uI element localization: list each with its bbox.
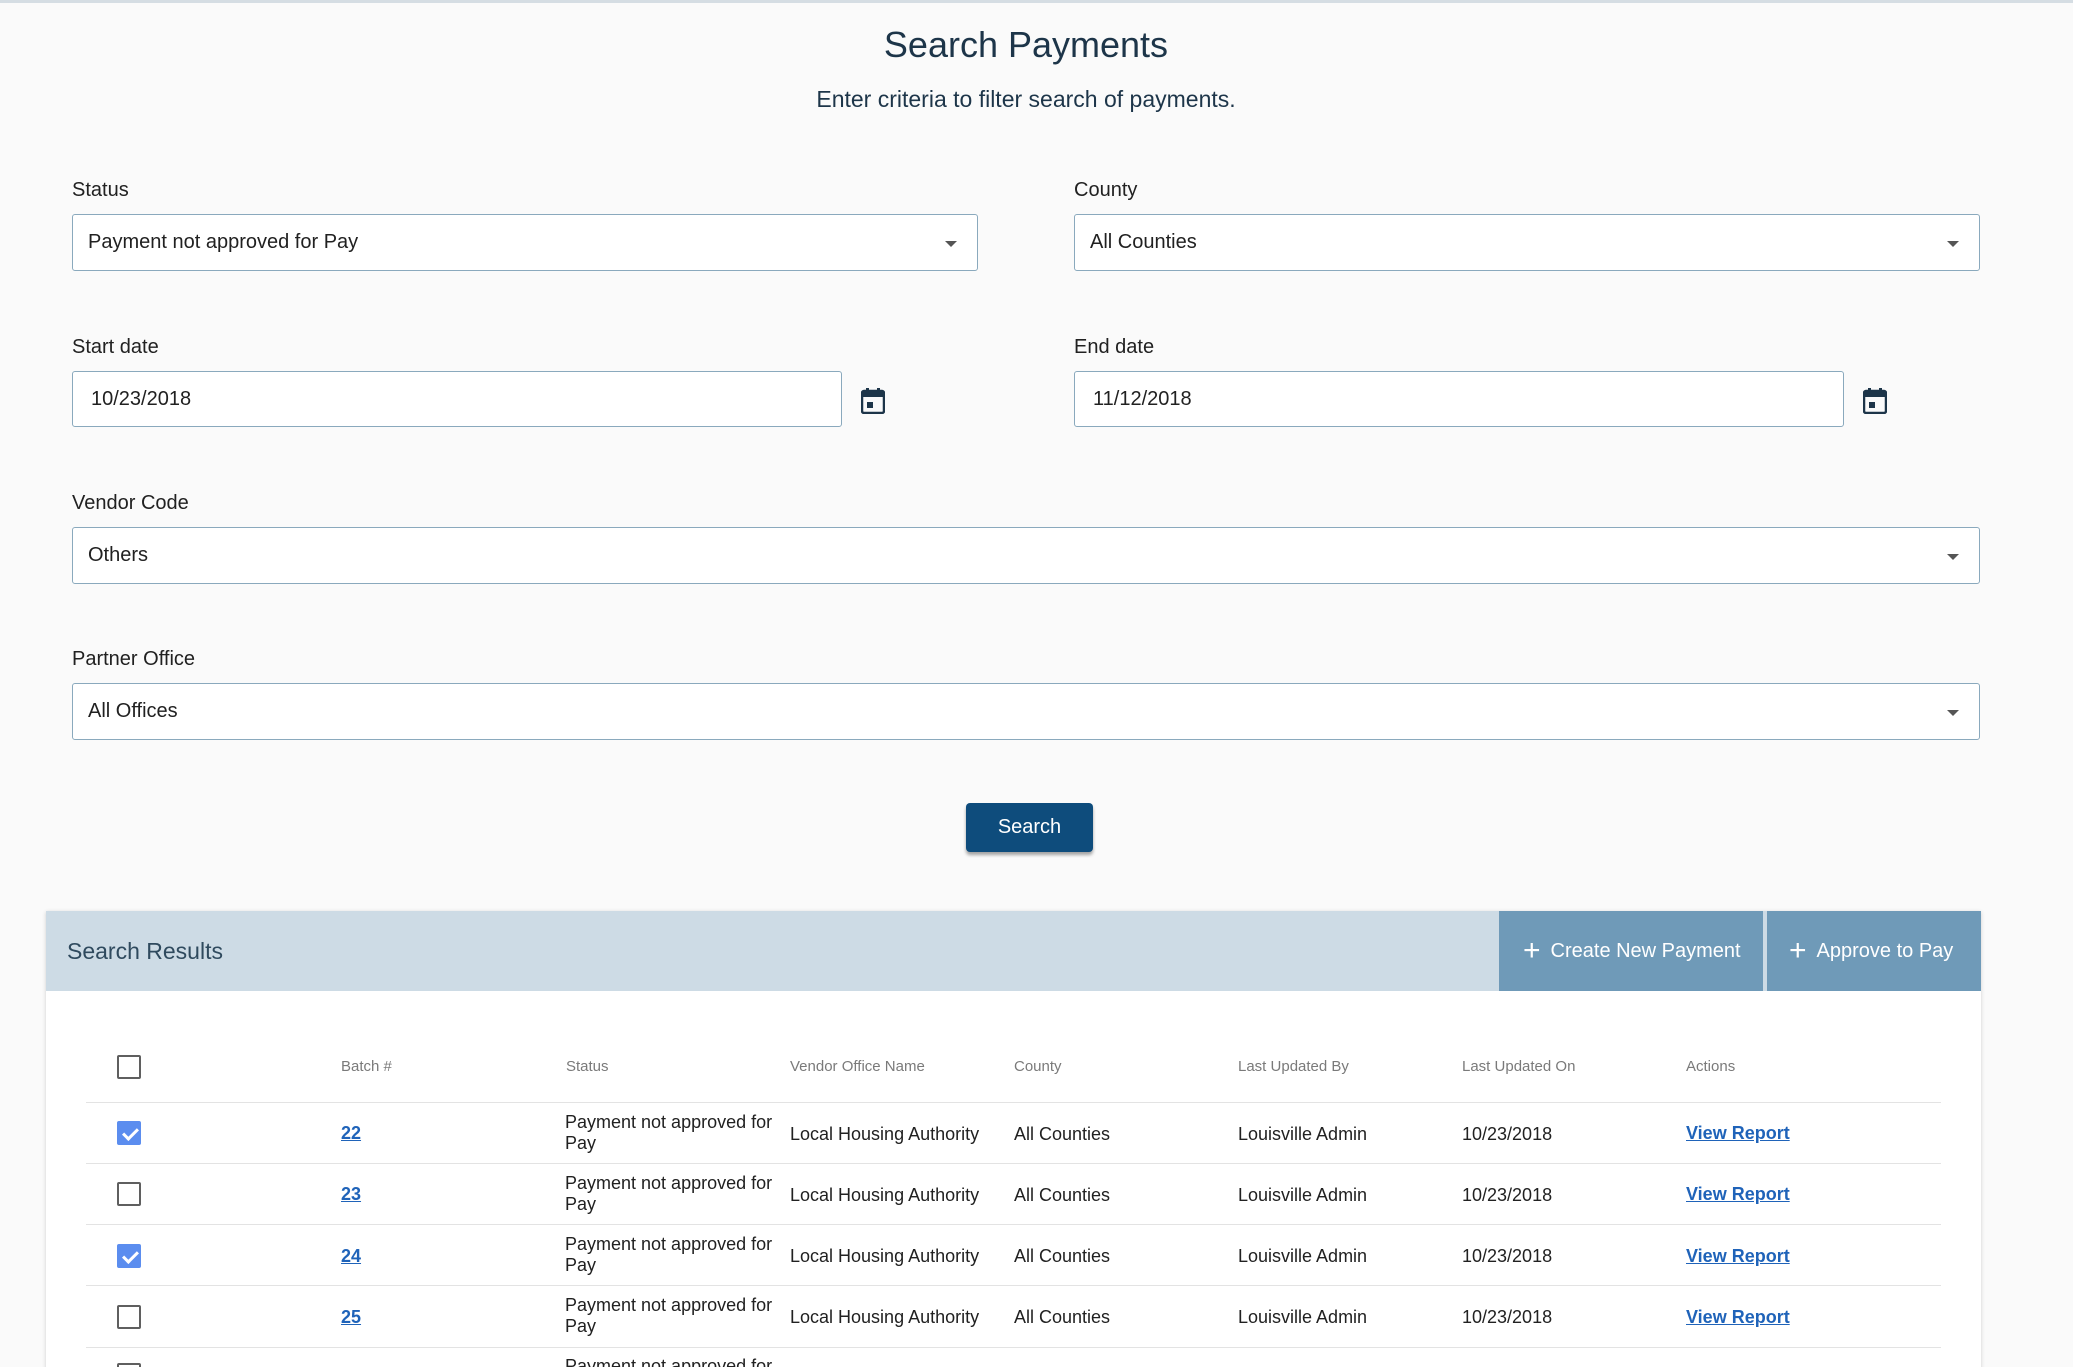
row-status: Payment not approved for Pay — [565, 1112, 773, 1153]
vendor-code-select-value: Others — [88, 544, 149, 566]
row-county: All Counties — [1014, 1246, 1111, 1266]
row-county: All Counties — [1014, 1124, 1111, 1144]
select-all-checkbox[interactable] — [117, 1055, 141, 1079]
county-label: County — [1074, 179, 1138, 201]
search-button[interactable]: Search — [966, 803, 1093, 852]
column-header-county[interactable]: County — [1014, 1058, 1062, 1075]
row-vendor: Local Housing Authority — [790, 1185, 980, 1205]
column-header-updated-by[interactable]: Last Updated By — [1238, 1058, 1349, 1075]
plus-icon: + — [1523, 934, 1541, 967]
row-updated-on: 10/23/2018 — [1462, 1185, 1553, 1205]
column-header-batch[interactable]: Batch # — [341, 1058, 392, 1075]
table-divider — [86, 1102, 1941, 1103]
results-title: Search Results — [67, 938, 223, 964]
batch-link[interactable]: 24 — [341, 1246, 361, 1267]
row-status: Payment not approved for Pay — [565, 1173, 773, 1214]
calendar-icon[interactable] — [1863, 388, 1887, 414]
row-checkbox[interactable] — [117, 1182, 141, 1206]
end-date-value: 11/12/2018 — [1093, 387, 1192, 410]
create-new-payment-button[interactable]: + Create New Payment — [1499, 911, 1763, 991]
status-select-value: Payment not approved for Pay — [88, 231, 359, 253]
row-updated-on: 10/23/2018 — [1462, 1246, 1553, 1266]
county-select[interactable]: All Counties — [1074, 214, 1980, 271]
row-county: All Counties — [1014, 1185, 1111, 1205]
column-header-status[interactable]: Status — [566, 1058, 609, 1075]
row-divider — [86, 1285, 1941, 1286]
start-date-input[interactable]: 10/23/2018 — [72, 371, 842, 427]
row-divider — [86, 1224, 1941, 1225]
row-updated-by: Louisville Admin — [1238, 1124, 1368, 1144]
row-checkbox[interactable] — [117, 1363, 141, 1367]
chevron-down-icon — [1947, 554, 1959, 560]
vendor-code-label: Vendor Code — [72, 492, 189, 514]
row-vendor: Local Housing Authority — [790, 1124, 980, 1144]
row-divider — [86, 1163, 1941, 1164]
batch-link[interactable]: 22 — [341, 1123, 361, 1144]
vendor-code-select[interactable]: Others — [72, 527, 1980, 584]
batch-link[interactable]: 25 — [341, 1307, 361, 1328]
row-vendor: Local Housing Authority — [790, 1307, 980, 1327]
column-header-actions: Actions — [1686, 1058, 1736, 1075]
status-label: Status — [72, 179, 129, 201]
view-report-link[interactable]: View Report — [1686, 1307, 1790, 1328]
chevron-down-icon — [1947, 241, 1959, 247]
row-updated-on: 10/23/2018 — [1462, 1307, 1553, 1327]
row-county: All Counties — [1014, 1307, 1111, 1327]
column-header-updated-on[interactable]: Last Updated On — [1462, 1058, 1575, 1075]
page-subtitle: Enter criteria to filter search of payme… — [816, 86, 1236, 112]
row-vendor: Local Housing Authority — [790, 1246, 980, 1266]
column-header-vendor[interactable]: Vendor Office Name — [790, 1058, 925, 1075]
results-header: Search Results + Create New Payment + Ap… — [46, 911, 1981, 991]
approve-to-pay-label: Approve to Pay — [1816, 939, 1954, 962]
row-updated-on: 10/23/2018 — [1462, 1124, 1553, 1144]
approve-to-pay-button[interactable]: + Approve to Pay — [1767, 911, 1981, 991]
row-status: Payment not approved for Pay — [565, 1295, 773, 1336]
row-updated-by: Louisville Admin — [1238, 1246, 1368, 1266]
county-select-value: All Counties — [1090, 231, 1197, 253]
view-report-link[interactable]: View Report — [1686, 1184, 1790, 1205]
row-checkbox[interactable] — [117, 1244, 141, 1268]
partner-office-select[interactable]: All Offices — [72, 683, 1980, 740]
chevron-down-icon — [1947, 710, 1959, 716]
view-report-link[interactable]: View Report — [1686, 1246, 1790, 1267]
start-date-value: 10/23/2018 — [91, 387, 192, 410]
end-date-input[interactable]: 11/12/2018 — [1074, 371, 1844, 427]
row-status: Payment not approved for Pay — [565, 1234, 773, 1275]
row-updated-by: Louisville Admin — [1238, 1185, 1368, 1205]
page-title: Search Payments — [883, 24, 1169, 65]
row-divider — [86, 1347, 1941, 1348]
status-select[interactable]: Payment not approved for Pay — [72, 214, 978, 271]
view-report-link[interactable]: View Report — [1686, 1123, 1790, 1144]
plus-icon: + — [1789, 934, 1807, 967]
row-updated-by: Louisville Admin — [1238, 1307, 1368, 1327]
end-date-label: End date — [1074, 336, 1155, 358]
batch-link[interactable]: 23 — [341, 1184, 361, 1205]
top-border — [0, 0, 2073, 3]
row-status: Payment not approved for Pay — [565, 1356, 773, 1367]
create-new-payment-label: Create New Payment — [1550, 939, 1741, 962]
start-date-label: Start date — [72, 336, 159, 358]
row-checkbox[interactable] — [117, 1305, 141, 1329]
partner-office-label: Partner Office — [72, 648, 196, 670]
partner-office-select-value: All Offices — [88, 700, 178, 722]
calendar-icon[interactable] — [861, 388, 885, 414]
row-checkbox[interactable] — [117, 1121, 141, 1145]
chevron-down-icon — [945, 241, 957, 247]
